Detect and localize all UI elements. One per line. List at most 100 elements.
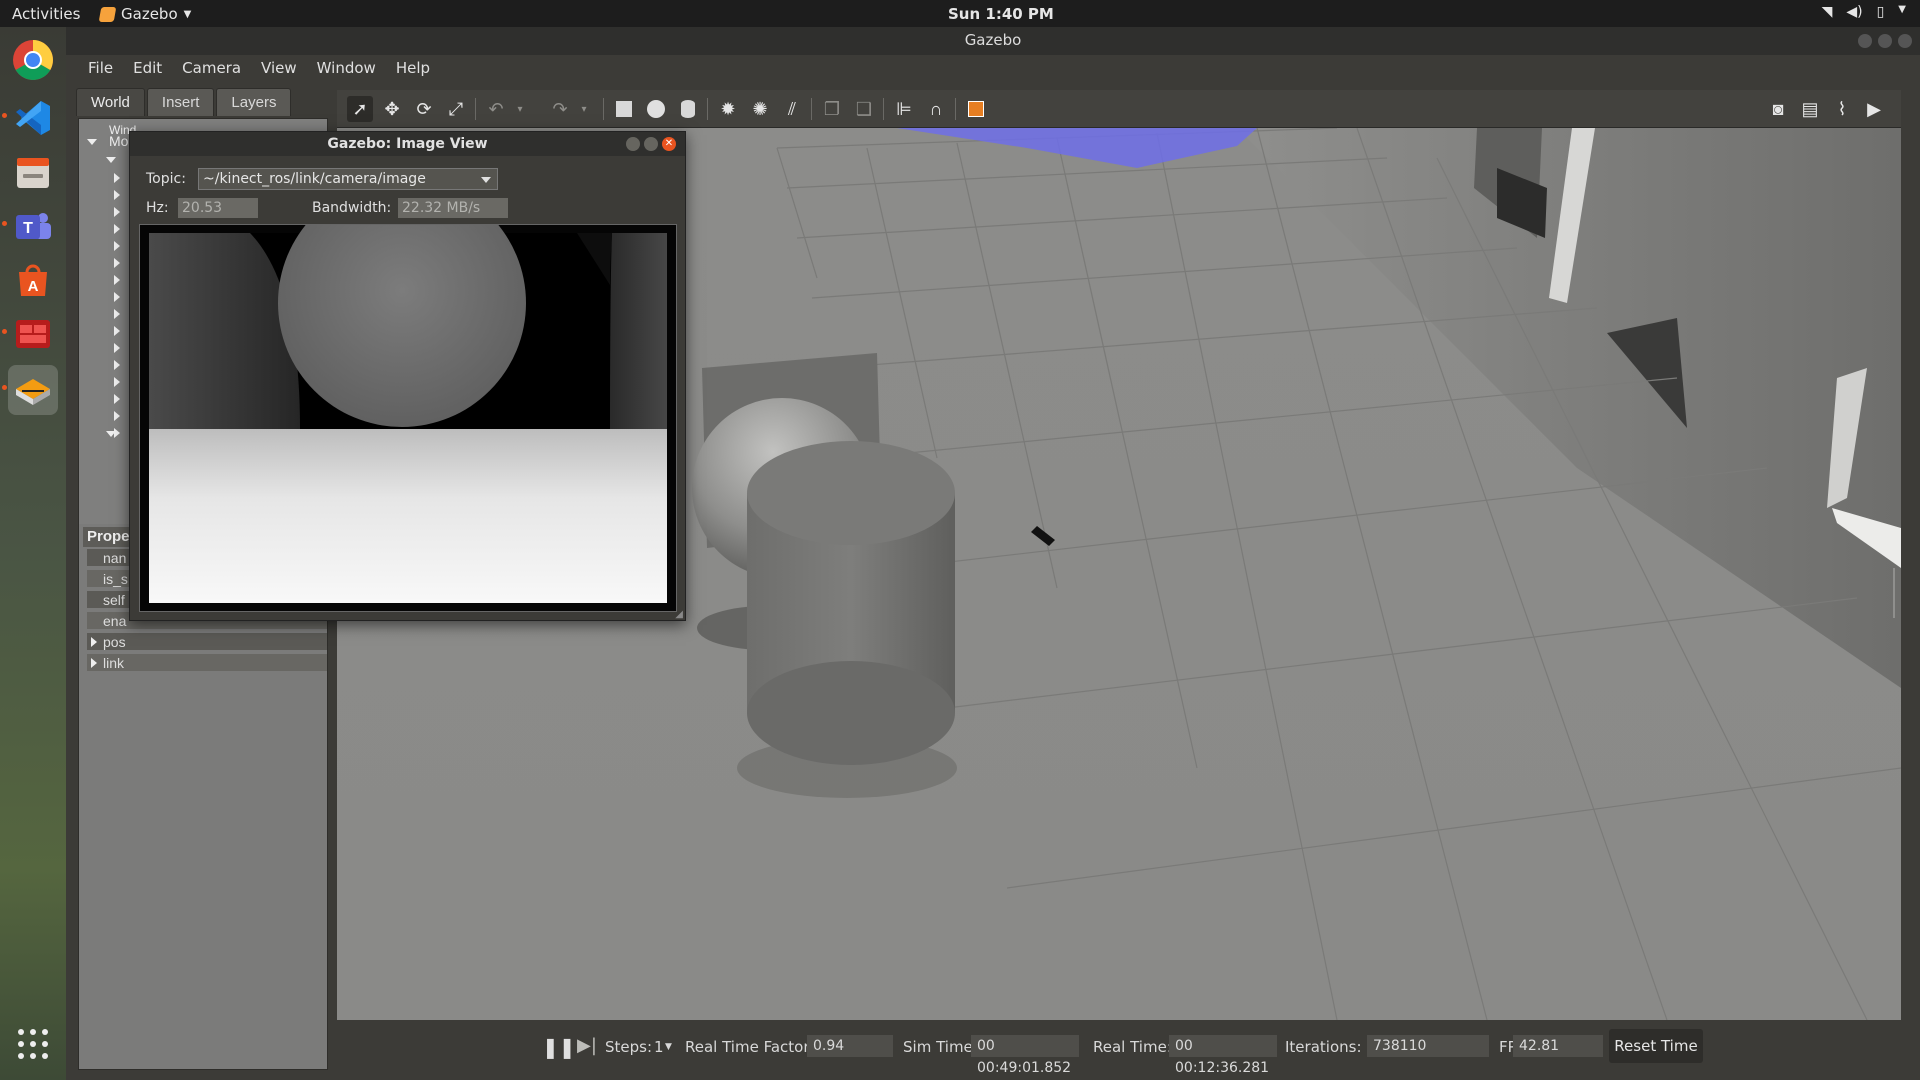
system-tray[interactable]: ◥ ◀) ▯ ▼ [1822, 4, 1906, 20]
collapse-arrow-icon[interactable] [114, 292, 120, 302]
show-apps-icon[interactable] [16, 1027, 50, 1061]
property-row-expandable[interactable]: link [87, 654, 327, 672]
collapse-arrow-icon[interactable] [114, 394, 120, 404]
expand-arrow-icon[interactable] [106, 431, 116, 437]
translate-icon[interactable]: ✥ [379, 96, 405, 122]
maximize-button[interactable] [644, 137, 658, 151]
collapse-arrow-icon[interactable] [114, 343, 120, 353]
view-angle-icon[interactable] [963, 96, 989, 122]
sphere-icon[interactable] [643, 96, 669, 122]
collapse-arrow-icon[interactable] [114, 275, 120, 285]
topic-select[interactable]: ~/kinect_ros/link/camera/image [198, 168, 498, 190]
battery-icon[interactable]: ▯ [1877, 4, 1885, 20]
steps-value[interactable]: 1 [654, 1038, 664, 1056]
collapse-arrow-icon[interactable] [114, 241, 120, 251]
expand-arrow-icon[interactable] [87, 139, 97, 145]
collapse-arrow-icon[interactable] [114, 411, 120, 421]
tree-item-models[interactable]: Mo [109, 133, 128, 149]
rotate-icon[interactable]: ⟳ [411, 96, 437, 122]
chrome-icon[interactable] [8, 35, 58, 85]
files-icon[interactable] [8, 147, 58, 197]
minimize-button[interactable] [1858, 34, 1872, 48]
chevron-down-icon[interactable]: ▾ [571, 96, 597, 122]
close-button[interactable] [1898, 34, 1912, 48]
status-bar: ❚❚ ▶| Steps: 1 ▼ Real Time Factor: 0.94 … [337, 1020, 1901, 1076]
app-menu[interactable]: Gazebo ▼ [98, 5, 191, 23]
pause-icon[interactable]: ❚❚ [542, 1035, 576, 1059]
menu-help[interactable]: Help [386, 59, 440, 77]
sim-time-value: 00 00:49:01.852 [971, 1035, 1079, 1076]
fps-value: 42.81 [1513, 1035, 1603, 1057]
collapse-arrow-icon[interactable] [114, 207, 120, 217]
vscode-icon[interactable] [2, 93, 58, 143]
hz-label: Hz: [146, 200, 169, 216]
collapse-arrow-icon[interactable] [114, 173, 120, 183]
chevron-down-icon [481, 177, 491, 183]
collapse-arrow-icon[interactable] [114, 360, 120, 370]
collapse-arrow-icon[interactable] [114, 224, 120, 234]
step-icon[interactable]: ▶| [577, 1035, 597, 1056]
maximize-button[interactable] [1878, 34, 1892, 48]
topic-label: Topic: [146, 171, 186, 187]
app-menu-label: Gazebo [121, 5, 178, 23]
menu-view[interactable]: View [251, 59, 307, 77]
property-label: link [103, 655, 125, 671]
minimize-button[interactable] [626, 137, 640, 151]
redo-icon[interactable]: ↷ [547, 96, 573, 122]
select-icon[interactable]: ➚ [347, 96, 373, 122]
undo-icon[interactable]: ↶ [483, 96, 509, 122]
menu-edit[interactable]: Edit [123, 59, 172, 77]
chevron-down-icon[interactable]: ▼ [1898, 4, 1906, 20]
close-button[interactable]: ✕ [662, 137, 676, 151]
collapse-arrow-icon[interactable] [114, 309, 120, 319]
real-time-label: Real Time: [1093, 1038, 1172, 1056]
directional-light-icon[interactable]: ⫽ [779, 96, 805, 122]
steps-label: Steps: [605, 1038, 653, 1056]
box-icon[interactable] [611, 96, 637, 122]
tab-layers[interactable]: Layers [216, 88, 292, 116]
menu-file[interactable]: File [78, 59, 123, 77]
tab-insert[interactable]: Insert [146, 88, 215, 116]
spot-light-icon[interactable]: ✺ [747, 96, 773, 122]
window-title: Gazebo [964, 31, 1022, 49]
log-icon[interactable]: ▤ [1797, 96, 1823, 122]
point-light-icon[interactable]: ✹ [715, 96, 741, 122]
collapse-arrow-icon[interactable] [114, 326, 120, 336]
property-row-expandable[interactable]: pos [87, 633, 327, 651]
collapse-arrow-icon[interactable] [91, 637, 97, 647]
plot-icon[interactable]: ⌇ [1829, 96, 1855, 122]
resize-grip-icon[interactable]: ◢ [675, 609, 683, 620]
bandwidth-label: Bandwidth: [312, 200, 392, 216]
expand-arrow-icon[interactable] [106, 157, 116, 163]
copy-icon[interactable]: ❐ [819, 96, 845, 122]
camera-image [139, 179, 677, 612]
tab-world[interactable]: World [76, 88, 145, 116]
collapse-arrow-icon[interactable] [91, 658, 97, 668]
menu-camera[interactable]: Camera [172, 59, 251, 77]
teams-icon[interactable]: T [2, 201, 58, 251]
chevron-down-icon[interactable]: ▼ [665, 1042, 672, 1052]
screenshot-icon[interactable]: ◙ [1765, 96, 1791, 122]
activities-button[interactable]: Activities [12, 5, 80, 23]
align-icon[interactable]: ⊫ [891, 96, 917, 122]
svg-text:T: T [23, 220, 33, 237]
menu-window[interactable]: Window [307, 59, 386, 77]
collapse-arrow-icon[interactable] [114, 377, 120, 387]
wifi-icon[interactable]: ◥ [1822, 4, 1833, 20]
collapse-arrow-icon[interactable] [114, 258, 120, 268]
terminal-app-icon[interactable] [2, 309, 58, 359]
topic-value: ~/kinect_ros/link/camera/image [203, 171, 426, 187]
cylinder-icon[interactable] [675, 96, 701, 122]
software-center-icon[interactable]: A [8, 255, 58, 305]
gazebo-icon[interactable] [2, 365, 58, 415]
volume-icon[interactable]: ◀) [1846, 4, 1862, 20]
clock[interactable]: Sun 1:40 PM [948, 5, 1054, 23]
dock: T A [0, 27, 66, 1080]
collapse-arrow-icon[interactable] [114, 190, 120, 200]
reset-time-button[interactable]: Reset Time [1609, 1029, 1703, 1063]
chevron-down-icon[interactable]: ▾ [507, 96, 533, 122]
scale-icon[interactable]: ⤢ [443, 96, 469, 122]
paste-icon[interactable]: ❑ [851, 96, 877, 122]
record-icon[interactable]: ▶ [1861, 96, 1887, 122]
snap-icon[interactable]: ∩ [923, 96, 949, 122]
